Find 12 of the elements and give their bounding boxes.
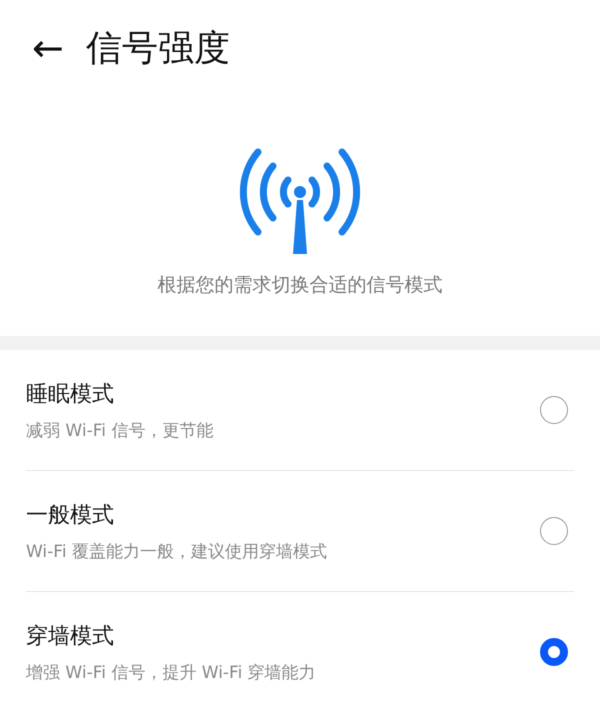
mode-subtitle: Wi-Fi 覆盖能力一般，建议使用穿墙模式	[26, 540, 327, 562]
back-button[interactable]: ←	[32, 29, 64, 67]
radio-button[interactable]	[540, 638, 568, 666]
radio-button[interactable]	[540, 396, 568, 424]
mode-title: 穿墙模式	[26, 622, 115, 650]
mode-subtitle: 减弱 Wi-Fi 信号，更节能	[26, 420, 214, 442]
page-title: 信号强度	[86, 26, 230, 70]
mode-subtitle: 增强 Wi-Fi 信号，提升 Wi-Fi 穿墙能力	[26, 662, 316, 684]
description-text: 根据您的需求切换合适的信号模式	[158, 273, 442, 298]
mode-title: 睡眠模式	[26, 380, 115, 408]
radio-button[interactable]	[540, 517, 568, 545]
mode-title: 一般模式	[26, 502, 115, 530]
